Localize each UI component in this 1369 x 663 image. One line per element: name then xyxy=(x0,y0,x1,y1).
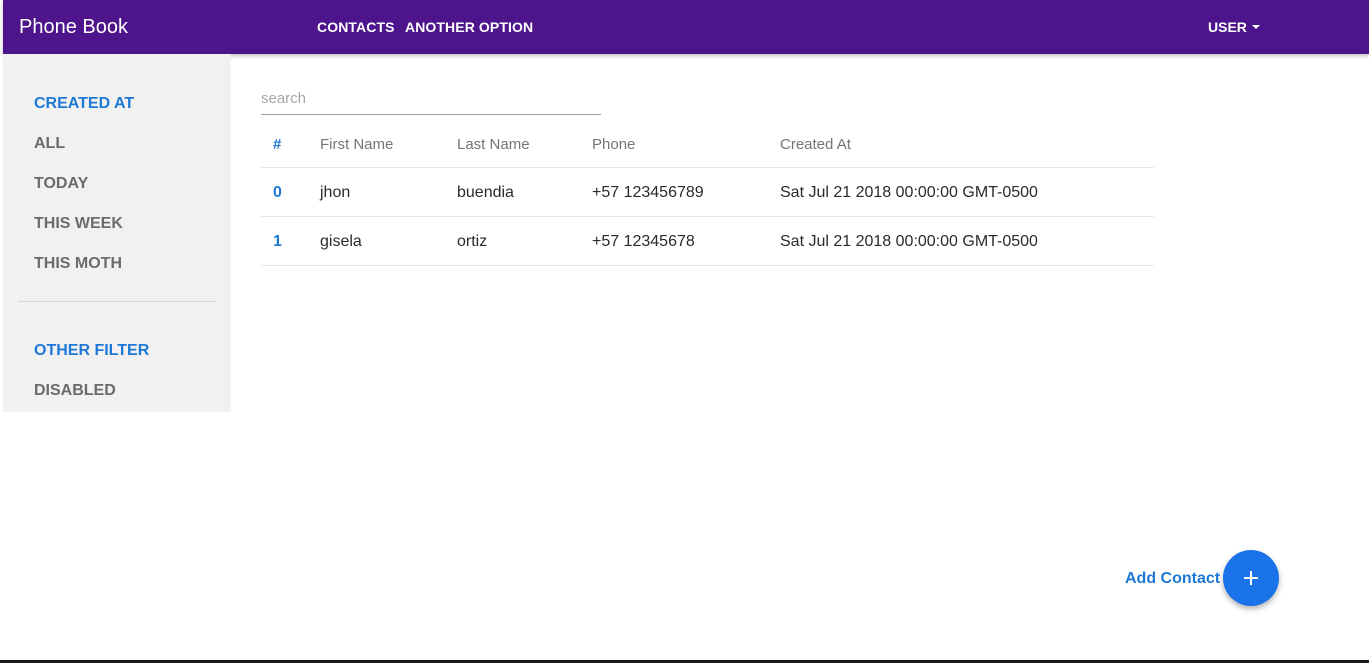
table-header-row: # First Name Last Name Phone Created At xyxy=(261,120,1154,168)
cell-first-name: jhon xyxy=(320,184,351,201)
table-row[interactable]: 0 jhon buendia +57 123456789 Sat Jul 21 … xyxy=(261,168,1154,217)
column-header-index[interactable]: # xyxy=(273,135,281,155)
nav-another-option[interactable]: ANOTHER OPTION xyxy=(405,19,533,35)
column-header-last-name[interactable]: Last Name xyxy=(457,135,530,155)
contacts-table: # First Name Last Name Phone Created At … xyxy=(261,120,1154,266)
nav-contacts[interactable]: CONTACTS xyxy=(317,19,395,35)
add-contact-label[interactable]: Add Contact xyxy=(1125,569,1220,589)
table-row[interactable]: 1 gisela ortiz +57 12345678 Sat Jul 21 2… xyxy=(261,217,1154,266)
sidebar-item-this-moth[interactable]: THIS MOTH xyxy=(34,254,122,274)
user-menu-label: USER xyxy=(1208,19,1247,35)
search-input[interactable] xyxy=(261,84,601,112)
cell-phone: +57 123456789 xyxy=(592,184,704,201)
app-title[interactable]: Phone Book xyxy=(19,14,128,40)
column-header-first-name[interactable]: First Name xyxy=(320,135,393,155)
sidebar-item-today[interactable]: TODAY xyxy=(34,174,88,194)
sidebar-header-created-at: CREATED AT xyxy=(34,95,135,112)
column-header-created-at[interactable]: Created At xyxy=(780,135,851,155)
row-index[interactable]: 1 xyxy=(273,232,282,252)
sidebar-item-this-week[interactable]: THIS WEEK xyxy=(34,214,123,234)
sidebar-item-disabled[interactable]: DISABLED xyxy=(34,381,116,401)
row-index[interactable]: 0 xyxy=(273,183,282,203)
sidebar-header-other-filter: OTHER FILTER xyxy=(34,342,150,359)
top-app-bar: Phone Book CONTACTS ANOTHER OPTION USER xyxy=(3,0,1369,54)
filter-sidebar: CREATED AT ALL TODAY THIS WEEK THIS MOTH… xyxy=(3,54,231,412)
cell-created-at: Sat Jul 21 2018 00:00:00 GMT-0500 xyxy=(780,233,1038,250)
sidebar-item-all[interactable]: ALL xyxy=(34,134,65,154)
cell-phone: +57 12345678 xyxy=(592,233,695,250)
user-menu-button[interactable]: USER xyxy=(1208,19,1260,35)
caret-down-icon xyxy=(1251,25,1260,29)
search-field xyxy=(261,84,601,115)
sidebar-divider xyxy=(18,301,216,302)
column-header-phone[interactable]: Phone xyxy=(592,135,635,155)
cell-created-at: Sat Jul 21 2018 00:00:00 GMT-0500 xyxy=(780,184,1038,201)
cell-last-name: ortiz xyxy=(457,233,488,250)
cell-last-name: buendia xyxy=(457,184,514,201)
add-contact-button[interactable] xyxy=(1223,550,1279,606)
cell-first-name: gisela xyxy=(320,233,362,250)
